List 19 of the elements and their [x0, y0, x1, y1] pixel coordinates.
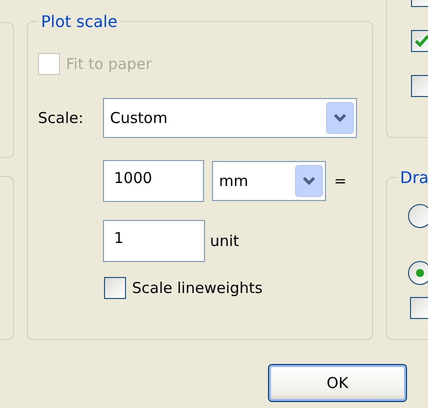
radio-button[interactable]	[408, 261, 428, 285]
group-title: Dra	[399, 168, 428, 187]
unit-label: unit	[210, 232, 240, 250]
scale-label: Scale:	[38, 109, 84, 127]
checkbox[interactable]	[411, 75, 428, 97]
radio-button[interactable]	[408, 204, 428, 228]
checkbox-label: Fit to paper	[66, 55, 152, 73]
scale-dropdown[interactable]: Custom	[103, 98, 357, 138]
checkbox[interactable]	[411, 30, 428, 52]
check-mark-icon	[415, 35, 428, 47]
checkbox[interactable]	[410, 297, 428, 319]
group-title: Plot scale	[40, 12, 118, 31]
checkbox-label: Scale lineweights	[132, 279, 263, 297]
input-field[interactable]: 1	[103, 220, 205, 262]
equals-sign: =	[334, 172, 347, 190]
input-field[interactable]: 1000	[103, 160, 204, 202]
units-dropdown[interactable]: mm	[212, 161, 326, 201]
ok-button[interactable]: OK	[268, 364, 407, 402]
checkbox[interactable]	[104, 277, 126, 299]
